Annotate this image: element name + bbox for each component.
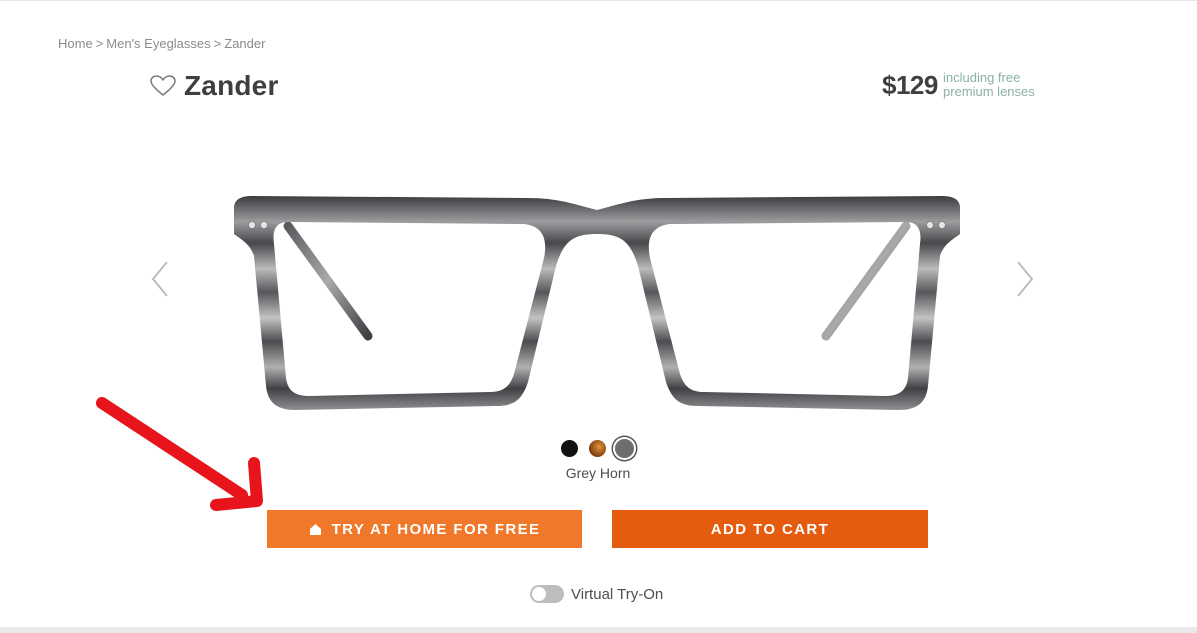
chevron-left-icon[interactable] (149, 260, 171, 298)
toggle-knob (532, 587, 546, 601)
breadcrumb-current: Zander (224, 36, 266, 51)
heart-icon[interactable] (150, 75, 176, 97)
price-note: including free premium lenses (943, 70, 1035, 99)
footer-divider (0, 627, 1197, 633)
virtual-try-on-toggle[interactable] (530, 585, 564, 603)
breadcrumb-home[interactable]: Home (58, 36, 93, 51)
breadcrumb-mens-eyeglasses[interactable]: Men's Eyeglasses (106, 36, 210, 51)
swatch-tortoise[interactable] (589, 440, 606, 457)
try-at-home-label: TRY AT HOME FOR FREE (331, 520, 541, 538)
breadcrumb-separator: > (95, 36, 104, 51)
annotation-arrow (96, 397, 263, 511)
product-image-eyeglasses (234, 196, 960, 410)
add-to-cart-label: ADD TO CART (710, 520, 830, 538)
top-divider (0, 0, 1197, 1)
product-title: Zander (184, 70, 279, 101)
swatch-black[interactable] (561, 440, 578, 457)
color-swatches (560, 437, 640, 460)
product-price: $129 (882, 70, 938, 100)
breadcrumb: Home > Men's Eyeglasses > Zander (58, 36, 265, 51)
try-at-home-button[interactable]: TRY AT HOME FOR FREE (267, 510, 582, 548)
selected-color-name: Grey Horn (565, 465, 631, 481)
house-icon (309, 523, 321, 535)
virtual-try-on-label: Virtual Try-On (571, 586, 664, 603)
swatch-grey-horn-selected[interactable] (613, 437, 636, 460)
chevron-right-icon[interactable] (1014, 260, 1036, 298)
breadcrumb-separator: > (213, 36, 222, 51)
add-to-cart-button[interactable]: ADD TO CART (612, 510, 928, 548)
